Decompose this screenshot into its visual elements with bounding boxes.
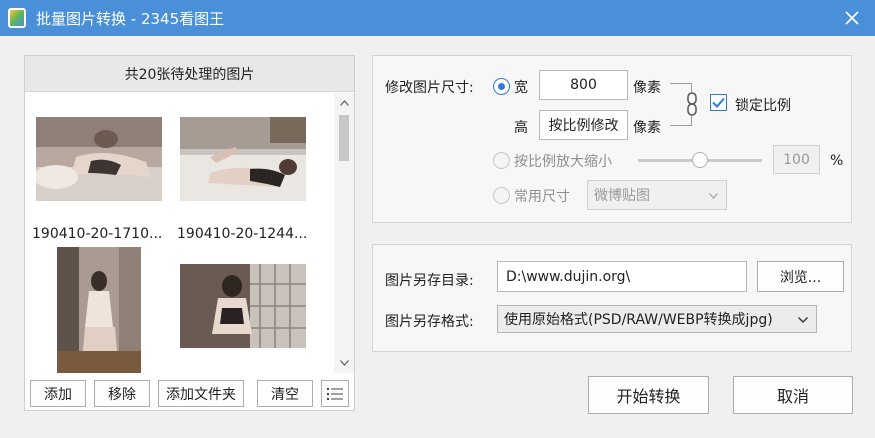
lock-ratio-label: 锁定比例 [735, 98, 791, 114]
scale-radio[interactable] [493, 152, 510, 169]
browse-button[interactable]: 浏览... [757, 261, 844, 292]
height-unit: 像素 [633, 120, 661, 136]
common-size-label: 常用尺寸 [514, 189, 570, 205]
common-size-select[interactable]: 微博贴图 [587, 180, 727, 210]
title-bar: 批量图片转换 - 2345看图王 [0, 0, 875, 36]
resize-settings-group: 修改图片尺寸: 宽 800 像素 高 按比例修改 像素 锁定比例 按比例放大缩小… [372, 55, 852, 223]
chevron-down-icon[interactable] [334, 353, 354, 373]
scale-slider-thumb[interactable] [692, 152, 708, 168]
output-dir-input[interactable]: D:\www.dujin.org\ [497, 261, 747, 292]
list-item[interactable] [25, 243, 175, 373]
thumbnail-image [180, 264, 306, 348]
thumbnail-grid[interactable]: 190410-20-1710... 190410-20-1244... [25, 93, 334, 373]
list-menu-icon [327, 387, 343, 400]
window-title: 批量图片转换 - 2345看图王 [36, 10, 225, 28]
chevron-up-icon[interactable] [334, 93, 354, 113]
cancel-button[interactable]: 取消 [733, 376, 853, 414]
width-label: 宽 [514, 80, 528, 96]
scale-label: 按比例放大缩小 [514, 154, 612, 170]
chevron-down-icon [709, 187, 718, 203]
list-item[interactable]: 190410-20-1244... [175, 93, 334, 243]
remove-button[interactable]: 移除 [94, 380, 150, 407]
file-count-header: 共20张待处理的图片 [25, 56, 354, 92]
output-settings-group: 图片另存目录: D:\www.dujin.org\ 浏览... 图片另存格式: … [372, 244, 852, 352]
close-button[interactable] [829, 0, 875, 36]
checkmark-icon [712, 97, 725, 108]
width-input[interactable]: 800 [539, 70, 628, 100]
add-folder-button[interactable]: 添加文件夹 [158, 380, 244, 407]
list-menu-button[interactable] [321, 380, 349, 407]
scale-unit: % [830, 153, 844, 169]
close-icon [845, 11, 859, 25]
output-format-select[interactable]: 使用原始格式(PSD/RAW/WEBP转换成jpg) [497, 305, 817, 333]
resize-label: 修改图片尺寸: [385, 80, 474, 96]
chevron-down-icon [798, 311, 808, 327]
thumbnail-image [57, 247, 141, 373]
output-format-label: 图片另存格式: [385, 314, 474, 330]
add-button[interactable]: 添加 [30, 380, 86, 407]
height-input[interactable]: 按比例修改 [539, 110, 628, 140]
file-list-toolbar: 添加 移除 添加文件夹 清空 [25, 376, 354, 410]
file-name: 190410-20-1710... [32, 226, 163, 242]
list-item[interactable]: 190410-20-1710... [25, 93, 175, 243]
output-dir-label: 图片另存目录: [385, 273, 474, 289]
thumbnail-image [180, 117, 306, 201]
scrollbar-thumb[interactable] [339, 115, 349, 161]
file-list-panel: 共20张待处理的图片 190410-20-1710... 190410-20-1… [24, 55, 355, 411]
height-label: 高 [514, 120, 528, 136]
chain-link-icon[interactable] [685, 92, 699, 116]
list-item[interactable] [175, 243, 334, 373]
list-scrollbar[interactable] [334, 93, 354, 373]
common-size-radio[interactable] [493, 187, 510, 204]
scale-input[interactable]: 100 [773, 145, 820, 174]
common-size-value: 微博贴图 [594, 188, 650, 204]
output-format-value: 使用原始格式(PSD/RAW/WEBP转换成jpg) [504, 312, 773, 328]
thumbnail-image [36, 117, 162, 201]
width-unit: 像素 [633, 80, 661, 96]
file-name: 190410-20-1244... [177, 226, 308, 242]
lock-ratio-checkbox[interactable] [710, 94, 727, 111]
custom-size-radio[interactable] [493, 78, 510, 95]
app-logo-icon [8, 8, 26, 28]
start-convert-button[interactable]: 开始转换 [588, 376, 709, 414]
clear-button[interactable]: 清空 [257, 380, 313, 407]
